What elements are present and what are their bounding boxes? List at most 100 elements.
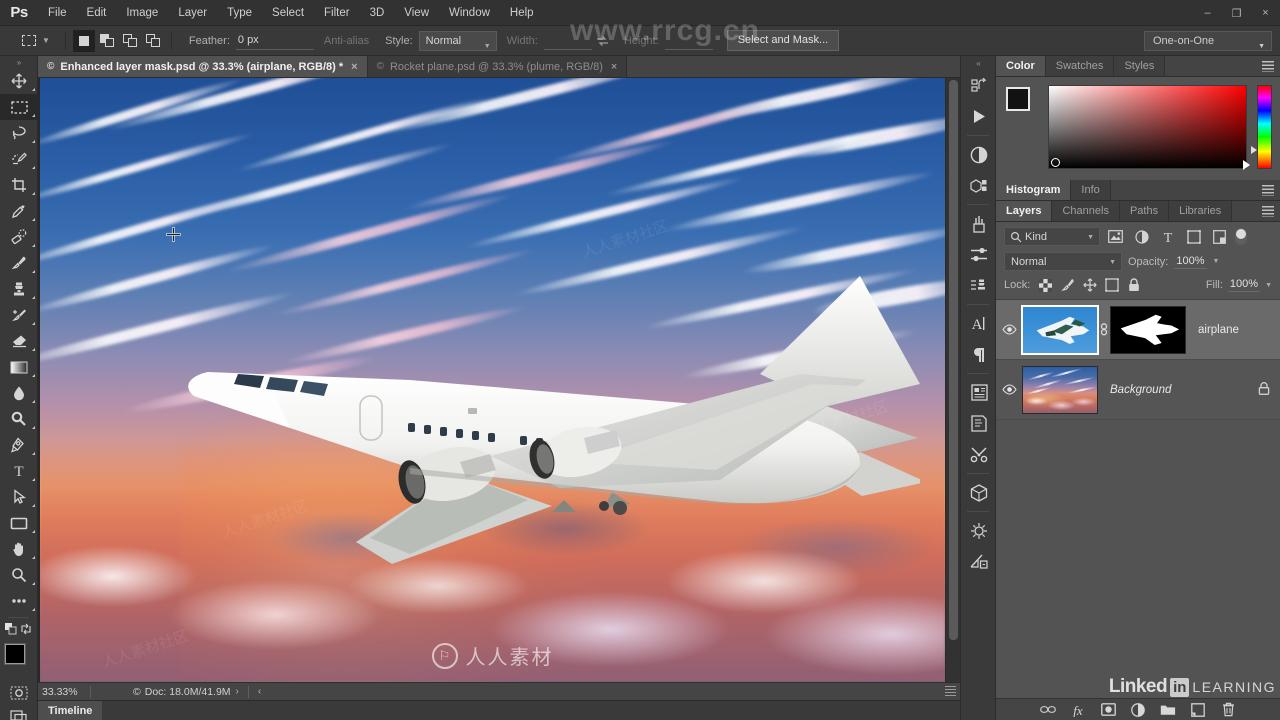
status-collapse-icon[interactable]: ‹ (253, 686, 266, 697)
notes-panel-icon[interactable] (961, 408, 997, 439)
style-select[interactable]: Normal ▼ (418, 30, 497, 51)
layer-name[interactable]: airplane (1186, 324, 1239, 336)
tab-timeline[interactable]: Timeline (38, 701, 103, 720)
clone-stamp-tool[interactable] (0, 276, 38, 302)
layer-filter-kind-select[interactable]: Kind ▼ (1004, 227, 1100, 246)
tab-channels[interactable]: Channels (1052, 201, 1120, 221)
styles-panel-icon[interactable] (961, 170, 997, 201)
tab-info[interactable]: Info (1071, 180, 1111, 200)
lock-image-pixels-icon[interactable] (1060, 277, 1075, 293)
table-row[interactable]: Background (996, 360, 1280, 420)
paragraph-panel-icon[interactable] (961, 339, 997, 370)
spot-healing-brush-tool[interactable] (0, 224, 38, 250)
layer-visibility-toggle[interactable] (996, 384, 1022, 395)
zoom-tool[interactable] (0, 562, 38, 588)
lasso-tool[interactable] (0, 120, 38, 146)
swap-colors-icon[interactable] (20, 623, 32, 635)
menu-item-image[interactable]: Image (116, 0, 168, 26)
tab-layers[interactable]: Layers (996, 201, 1053, 221)
color-panel-swatches[interactable] (1004, 85, 1042, 125)
blur-tool[interactable] (0, 380, 38, 406)
layer-thumbnail[interactable] (1022, 365, 1098, 414)
chevron-down-icon[interactable]: ▼ (42, 36, 50, 45)
menu-item-layer[interactable]: Layer (168, 0, 217, 26)
canvas-vertical-scrollbar[interactable] (945, 78, 960, 682)
chevron-down-icon[interactable]: ▼ (1213, 258, 1220, 265)
quick-mask-icon[interactable] (0, 681, 38, 705)
tab-libraries[interactable]: Libraries (1169, 201, 1233, 221)
anti-alias-label[interactable]: Anti-alias (324, 35, 369, 47)
filter-smart-object-icon[interactable] (1209, 227, 1230, 246)
layer-thumbnail[interactable] (1021, 304, 1099, 355)
document-tab-inactive[interactable]: © Rocket plane.psd @ 33.3% (plume, RGB/8… (367, 56, 628, 77)
layer-locked-icon[interactable] (1258, 381, 1270, 398)
close-icon[interactable]: × (611, 61, 617, 73)
rectangular-marquee-icon[interactable] (18, 30, 40, 52)
new-layer-icon[interactable] (1190, 702, 1206, 718)
status-expand-icon[interactable]: › (231, 686, 244, 697)
tab-color[interactable]: Color (996, 56, 1046, 76)
timeline-panel-icon[interactable] (961, 515, 997, 546)
swap-dimensions-icon[interactable] (592, 31, 614, 51)
color-swatches[interactable] (0, 641, 38, 681)
properties-panel-icon[interactable] (961, 377, 997, 408)
menu-item-view[interactable]: View (394, 0, 439, 26)
hand-tool[interactable] (0, 536, 38, 562)
delete-layer-icon[interactable] (1220, 702, 1236, 718)
fill-value[interactable]: 100% (1227, 278, 1261, 292)
toolbar-collapse-icon[interactable]: » (0, 56, 37, 68)
layer-style-fx-icon[interactable]: fx (1070, 702, 1086, 718)
feather-input[interactable] (235, 31, 314, 50)
menu-item-3d[interactable]: 3D (360, 0, 395, 26)
tab-styles[interactable]: Styles (1114, 56, 1166, 76)
filter-pixel-icon[interactable] (1105, 227, 1126, 246)
panel-menu-icon[interactable] (1262, 61, 1274, 72)
menu-item-select[interactable]: Select (262, 0, 314, 26)
select-and-mask-button[interactable]: Select and Mask... (726, 30, 840, 51)
restore-button[interactable]: ❐ (1222, 0, 1251, 26)
link-layers-icon[interactable] (1040, 702, 1056, 718)
gradient-tool[interactable] (0, 354, 38, 380)
table-row[interactable]: airplane (996, 300, 1280, 360)
lock-position-icon[interactable] (1082, 277, 1097, 293)
move-tool[interactable] (0, 68, 38, 94)
hue-slider-thumb[interactable] (1251, 146, 1257, 154)
add-layer-mask-icon[interactable] (1100, 702, 1116, 718)
layer-visibility-toggle[interactable] (996, 324, 1022, 335)
edit-toolbar-tool[interactable] (0, 588, 38, 614)
new-adjustment-layer-icon[interactable] (1130, 702, 1146, 718)
minimize-button[interactable]: – (1193, 0, 1222, 26)
width-input[interactable] (543, 31, 592, 50)
path-selection-tool[interactable] (0, 484, 38, 510)
menu-item-edit[interactable]: Edit (77, 0, 117, 26)
rectangle-tool[interactable] (0, 510, 38, 536)
tab-paths[interactable]: Paths (1119, 201, 1170, 221)
canvas-area[interactable]: 人人素材社区 人人素材社区 人人素材社区 人人素材社区 ⚐ 人人素材 (38, 78, 960, 682)
menu-item-help[interactable]: Help (500, 0, 544, 26)
character-panel-icon[interactable]: A (961, 308, 997, 339)
lock-transparent-pixels-icon[interactable] (1038, 277, 1053, 293)
dodge-tool[interactable] (0, 406, 38, 432)
quick-selection-tool[interactable] (0, 146, 38, 172)
panel-menu-icon[interactable] (1262, 206, 1274, 217)
filter-enable-toggle[interactable] (1235, 227, 1248, 246)
close-icon[interactable]: × (351, 61, 357, 73)
default-colors-icon[interactable] (5, 623, 17, 635)
blend-mode-select[interactable]: Normal ▼ (1004, 252, 1122, 271)
layer-mask-thumbnail[interactable] (1110, 305, 1186, 354)
color-picker-field[interactable] (1048, 85, 1250, 170)
tab-swatches[interactable]: Swatches (1045, 56, 1115, 76)
foreground-color-swatch[interactable] (4, 643, 26, 665)
adjustments-panel-icon[interactable] (961, 139, 997, 170)
eyedropper-tool[interactable] (0, 198, 38, 224)
menu-item-filter[interactable]: Filter (314, 0, 360, 26)
layer-name[interactable]: Background (1098, 384, 1171, 396)
lock-artboard-nesting-icon[interactable] (1104, 277, 1119, 293)
new-group-icon[interactable] (1160, 702, 1176, 718)
new-selection-button[interactable] (72, 29, 95, 52)
tool-presets-panel-icon[interactable] (961, 439, 997, 470)
eraser-tool[interactable] (0, 328, 38, 354)
document-tab-active[interactable]: © Enhanced layer mask.psd @ 33.3% (airpl… (38, 56, 368, 77)
menu-item-type[interactable]: Type (217, 0, 262, 26)
menu-item-window[interactable]: Window (439, 0, 500, 26)
